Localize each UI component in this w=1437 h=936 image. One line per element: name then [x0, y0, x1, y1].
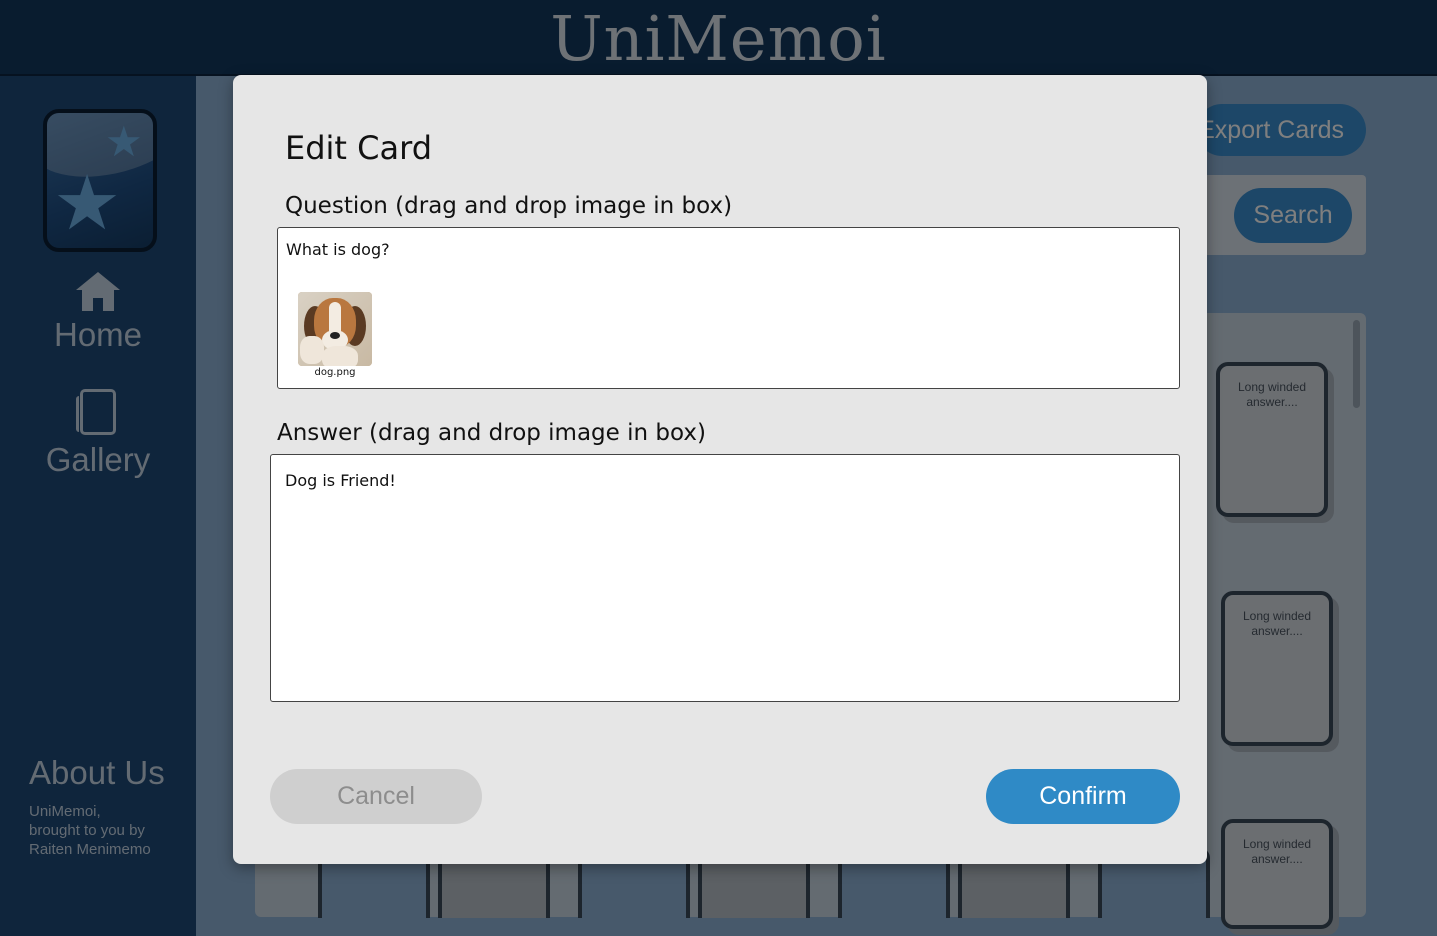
question-label: Question (drag and drop image in box) — [285, 193, 733, 219]
dog-image-thumbnail[interactable] — [298, 292, 372, 366]
answer-label: Answer (drag and drop image in box) — [277, 420, 706, 446]
answer-input[interactable]: Dog is Friend! — [270, 454, 1180, 702]
cancel-button[interactable]: Cancel — [270, 769, 482, 824]
question-text: What is dog? — [286, 240, 390, 259]
question-input[interactable]: What is dog? dog.png — [277, 227, 1180, 389]
edit-card-dialog: Edit Card Question (drag and drop image … — [233, 75, 1207, 864]
answer-text: Dog is Friend! — [285, 471, 396, 490]
dialog-title: Edit Card — [285, 129, 432, 167]
confirm-button[interactable]: Confirm — [986, 769, 1180, 824]
attachment-filename: dog.png — [314, 367, 356, 378]
